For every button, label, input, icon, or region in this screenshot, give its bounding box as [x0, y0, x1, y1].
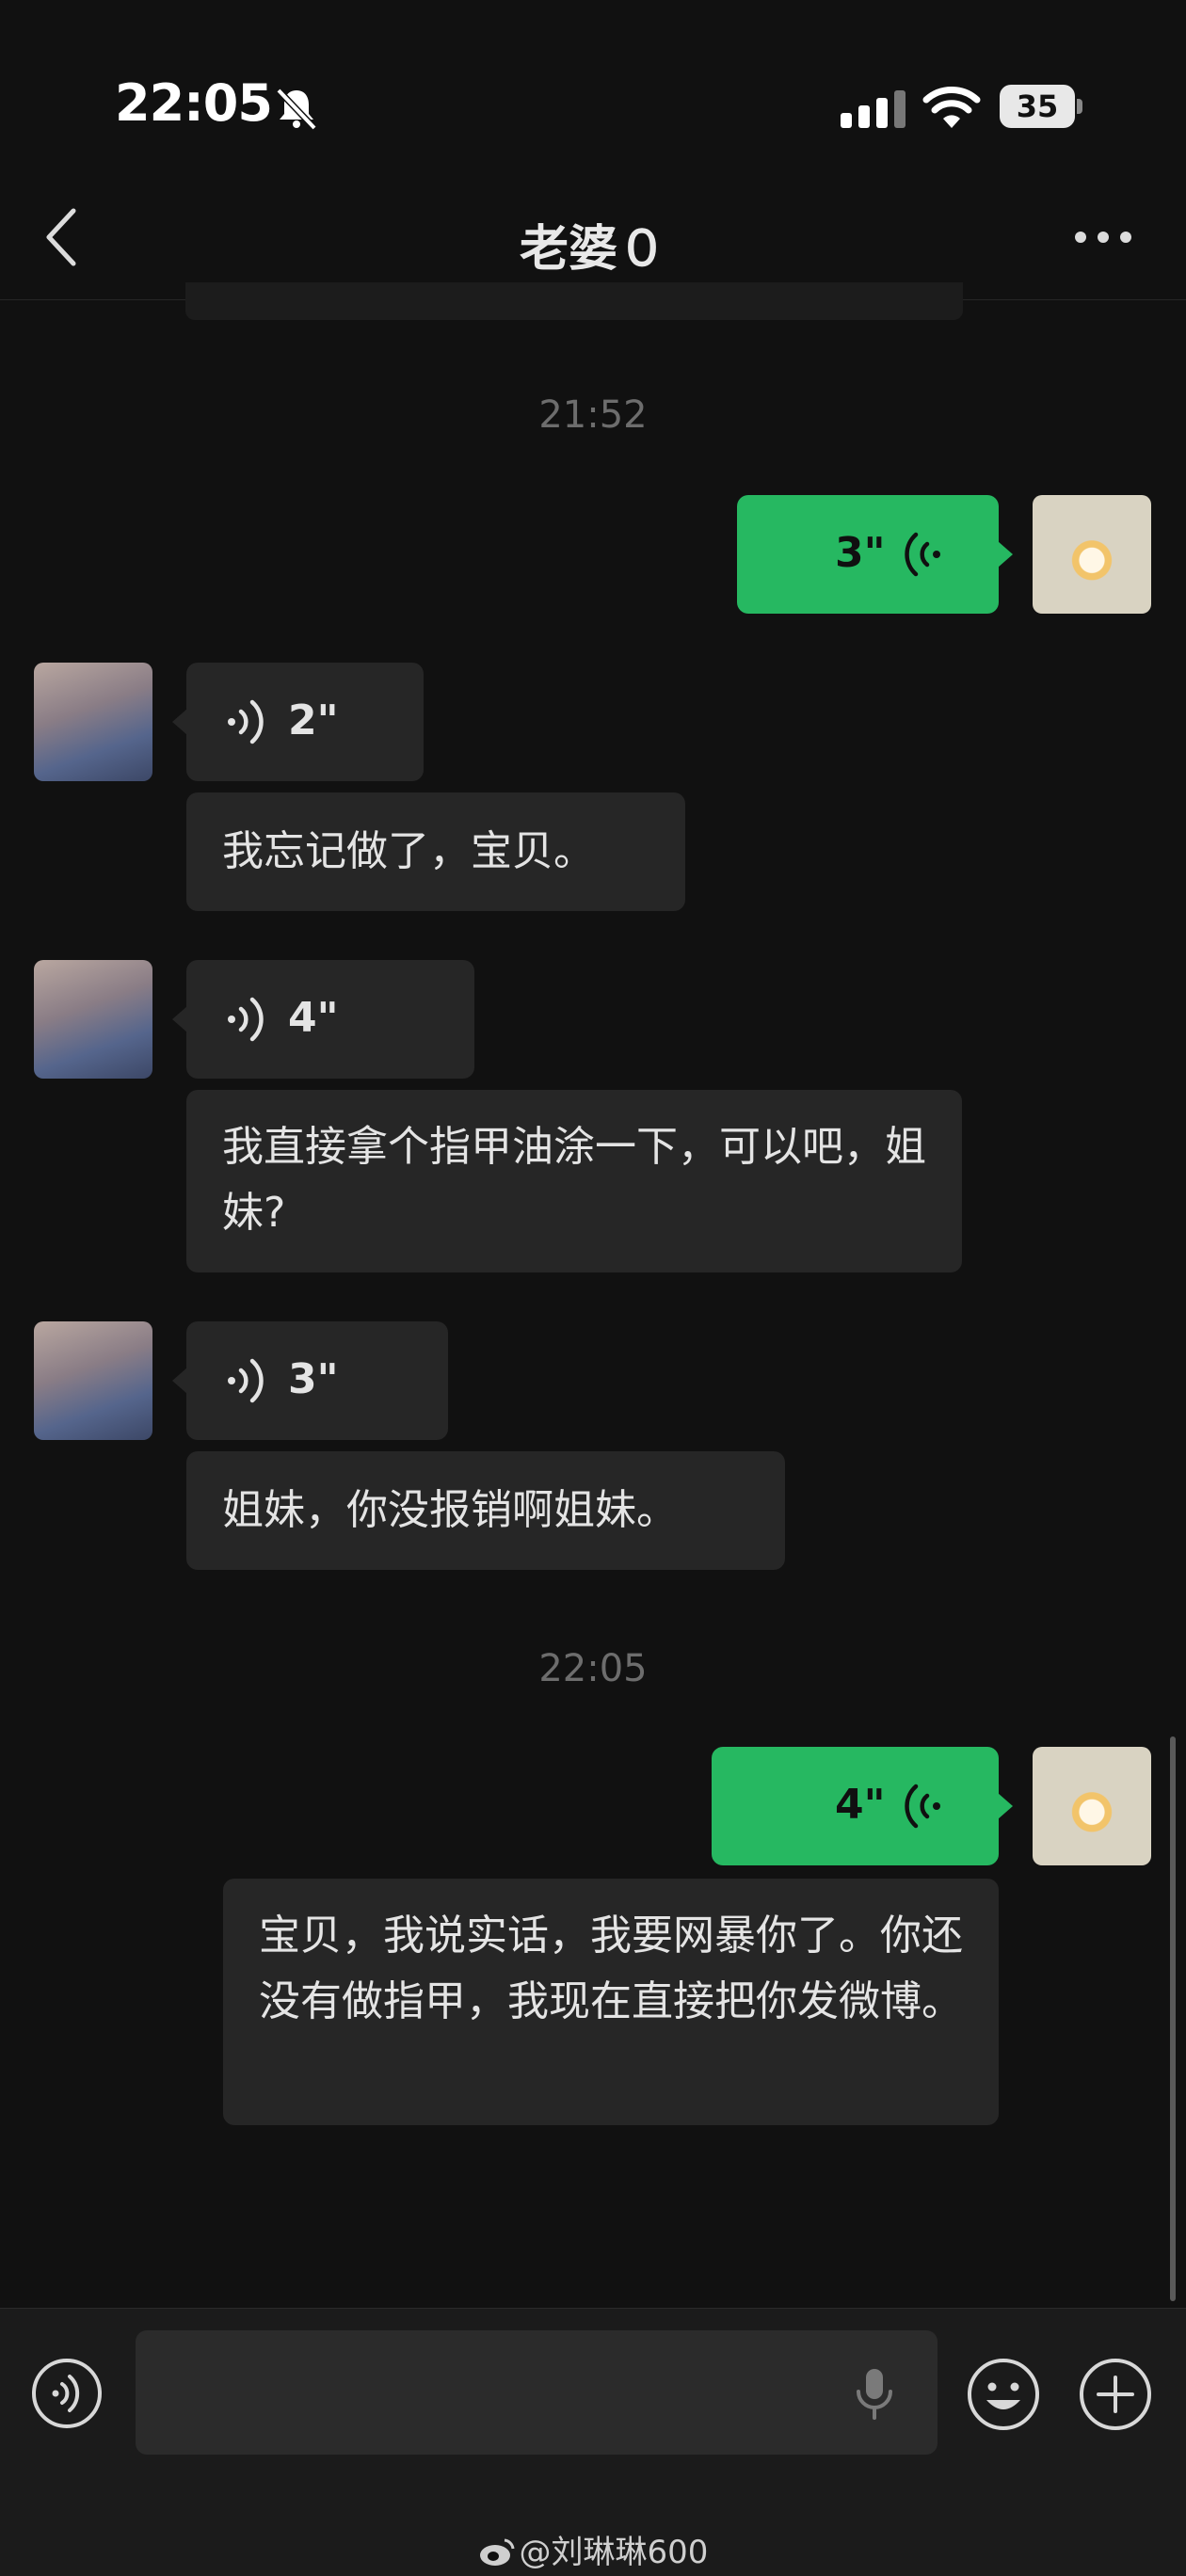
- self-avatar[interactable]: [1033, 1747, 1151, 1865]
- voice-wave-icon: [905, 1784, 940, 1829]
- voice-mode-icon[interactable]: [30, 2357, 104, 2430]
- contact-avatar[interactable]: [34, 1321, 152, 1440]
- message-input[interactable]: [136, 2330, 938, 2455]
- voice-message-bubble[interactable]: 4": [172, 960, 474, 1079]
- watermark-text: @刘琳琳600: [519, 2534, 709, 2571]
- text-message-bubble[interactable]: 宝贝，我说实话，我要网暴你了。你还没有做指甲，我现在直接把你发微博。: [223, 1879, 999, 2125]
- plus-icon[interactable]: [1078, 2357, 1153, 2432]
- chat-title: 老婆０: [519, 221, 666, 278]
- battery-cap: [1077, 99, 1082, 114]
- text-message-bubble[interactable]: 姐妹，你没报销啊姐妹。: [186, 1451, 785, 1570]
- voice-wave-icon: [228, 997, 264, 1042]
- text-message-bubble[interactable]: 我忘记做了，宝贝。: [186, 792, 685, 911]
- signal-icon: [841, 90, 906, 128]
- text-message-bubble[interactable]: 我直接拿个指甲油涂一下，可以吧，姐妹?: [186, 1090, 962, 1272]
- previous-message-bubble: [185, 282, 963, 320]
- more-icon[interactable]: [1073, 224, 1133, 250]
- voice-wave-icon: [905, 532, 940, 577]
- timestamp: 21:52: [538, 393, 648, 437]
- self-avatar[interactable]: [1033, 495, 1151, 614]
- contact-avatar[interactable]: [34, 663, 152, 781]
- status-time: 22:05: [115, 73, 273, 133]
- contact-avatar[interactable]: [34, 960, 152, 1079]
- voice-wave-icon: [228, 1358, 264, 1403]
- timestamp: 22:05: [538, 1647, 648, 1690]
- voice-wave-icon: [228, 699, 264, 744]
- mic-icon[interactable]: [853, 2367, 896, 2422]
- voice-message-bubble[interactable]: 3": [737, 495, 1013, 614]
- voice-message-bubble[interactable]: 2": [172, 663, 424, 781]
- voice-duration: 2": [288, 696, 339, 744]
- voice-duration: 3": [835, 529, 886, 577]
- battery-level: 35: [1000, 85, 1075, 128]
- emoji-icon[interactable]: [966, 2357, 1041, 2432]
- scrollbar[interactable]: [1170, 1736, 1176, 2301]
- battery-indicator: 35: [1000, 85, 1082, 128]
- voice-message-bubble[interactable]: 4": [712, 1747, 1013, 1865]
- voice-duration: 4": [288, 994, 339, 1042]
- voice-duration: 4": [835, 1781, 886, 1829]
- watermark: @刘琳琳600: [0, 2526, 1186, 2572]
- voice-duration: 3": [288, 1355, 339, 1403]
- wifi-icon: [922, 87, 981, 128]
- bell-slash-icon: [276, 88, 317, 131]
- weibo-icon: [479, 2538, 515, 2566]
- voice-message-bubble[interactable]: 3": [172, 1321, 448, 1440]
